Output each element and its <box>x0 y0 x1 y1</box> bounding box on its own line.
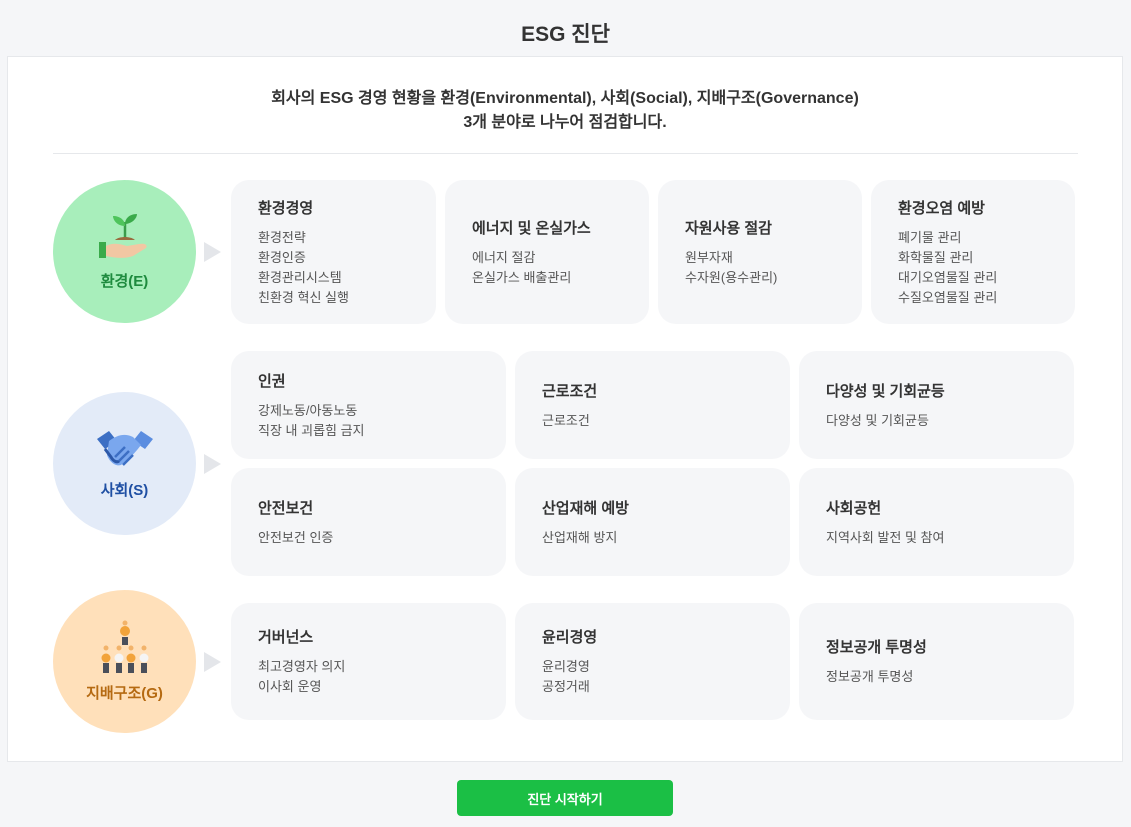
card-item: 수질오염물질 관리 <box>898 289 998 305</box>
category-label: 환경(E) <box>100 273 149 290</box>
card-item: 수자원(용수관리) <box>685 269 778 285</box>
card-ethics: 윤리경영 윤리경영 공정거래 <box>515 603 790 720</box>
category-environment: 환경(E) <box>53 180 196 323</box>
esg-overview-panel: 회사의 ESG 경영 현황을 환경(Environmental), 사회(Soc… <box>7 56 1123 762</box>
card-환경경영: 환경경영 환경전략 환경인증 환경관리시스템 친환경 혁신 실행 <box>231 180 436 324</box>
arrow-icon <box>204 242 221 262</box>
card-item: 이사회 운영 <box>258 679 322 694</box>
intro-text: 회사의 ESG 경영 현황을 환경(Environmental), 사회(Soc… <box>8 87 1122 135</box>
card-item: 화학물질 관리 <box>898 249 974 265</box>
card-item: 폐기물 관리 <box>898 229 962 245</box>
start-diagnosis-button[interactable]: 진단 시작하기 <box>457 780 673 816</box>
divider <box>53 153 1078 154</box>
card-item: 다양성 및 기회균등 <box>826 412 929 428</box>
card-title: 환경오염 예방 <box>898 199 985 217</box>
card-title: 근로조건 <box>542 382 598 400</box>
card-item: 대기오염물질 관리 <box>898 269 998 285</box>
card-item: 윤리경영 <box>542 659 590 674</box>
card-pollution: 환경오염 예방 폐기물 관리 화학물질 관리 대기오염물질 관리 수질오염물질 … <box>871 180 1075 324</box>
arrow-icon <box>204 454 221 474</box>
card-title: 사회공헌 <box>826 499 882 517</box>
card-social-contribution: 사회공헌 지역사회 발전 및 참여 <box>799 468 1074 576</box>
card-diversity: 다양성 및 기회균등 다양성 및 기회균등 <box>799 351 1074 459</box>
card-title: 다양성 및 기회균등 <box>826 382 945 400</box>
card-energy: 에너지 및 온실가스 에너지 절감 온실가스 배출관리 <box>445 180 649 324</box>
card-working-conditions: 근로조건 근로조건 <box>515 351 790 459</box>
card-title: 인권 <box>258 372 286 390</box>
card-item: 친환경 혁신 실행 <box>258 289 349 305</box>
category-governance: 지배구조(G) <box>53 590 196 733</box>
card-title: 정보공개 투명성 <box>826 639 927 656</box>
card-item: 근로조건 <box>542 412 590 428</box>
card-item: 온실가스 배출관리 <box>472 269 572 285</box>
card-human-rights: 인권 강제노동/아동노동 직장 내 괴롭힘 금지 <box>231 351 506 459</box>
handshake-icon <box>96 431 153 466</box>
card-title: 자원사용 절감 <box>685 219 772 237</box>
card-item: 지역사회 발전 및 참여 <box>826 529 945 545</box>
category-label: 사회(S) <box>100 482 149 499</box>
card-title: 거버넌스 <box>258 629 314 646</box>
category-social: 사회(S) <box>53 392 196 535</box>
card-accident-prevention: 산업재해 예방 산업재해 방지 <box>515 468 790 576</box>
card-transparency: 정보공개 투명성 정보공개 투명성 <box>799 603 1074 720</box>
card-safety-health: 안전보건 안전보건 인증 <box>231 468 506 576</box>
card-item: 에너지 절감 <box>472 249 536 265</box>
card-item: 환경인증 <box>258 249 306 265</box>
card-item: 정보공개 투명성 <box>826 669 914 684</box>
card-item: 직장 내 괴롭힘 금지 <box>258 422 365 438</box>
intro-line-1: 회사의 ESG 경영 현황을 환경(Environmental), 사회(Soc… <box>271 90 859 107</box>
card-item: 강제노동/아동노동 <box>258 402 358 418</box>
card-title: 윤리경영 <box>542 629 598 646</box>
card-item: 안전보건 인증 <box>258 529 334 545</box>
intro-line-2: 3개 분야로 나누어 점검합니다. <box>463 114 667 131</box>
card-item: 환경관리시스템 <box>258 269 342 285</box>
plant-in-hand-icon <box>98 214 147 258</box>
category-label: 지배구조(G) <box>86 685 163 702</box>
card-title: 안전보건 <box>258 499 314 517</box>
organization-chart-icon <box>101 620 148 673</box>
arrow-icon <box>204 652 221 672</box>
card-governance: 거버넌스 최고경영자 의지 이사회 운영 <box>231 603 506 720</box>
card-title: 환경경영 <box>258 199 314 217</box>
card-resource: 자원사용 절감 원부자재 수자원(용수관리) <box>658 180 862 324</box>
card-item: 환경전략 <box>258 229 306 245</box>
card-item: 공정거래 <box>542 679 590 694</box>
card-item: 최고경영자 의지 <box>258 659 346 674</box>
card-title: 에너지 및 온실가스 <box>472 219 591 237</box>
card-item: 원부자재 <box>685 249 733 265</box>
card-title: 산업재해 예방 <box>542 499 629 517</box>
card-item: 산업재해 방지 <box>542 529 618 545</box>
page-title: ESG 진단 <box>521 23 610 46</box>
